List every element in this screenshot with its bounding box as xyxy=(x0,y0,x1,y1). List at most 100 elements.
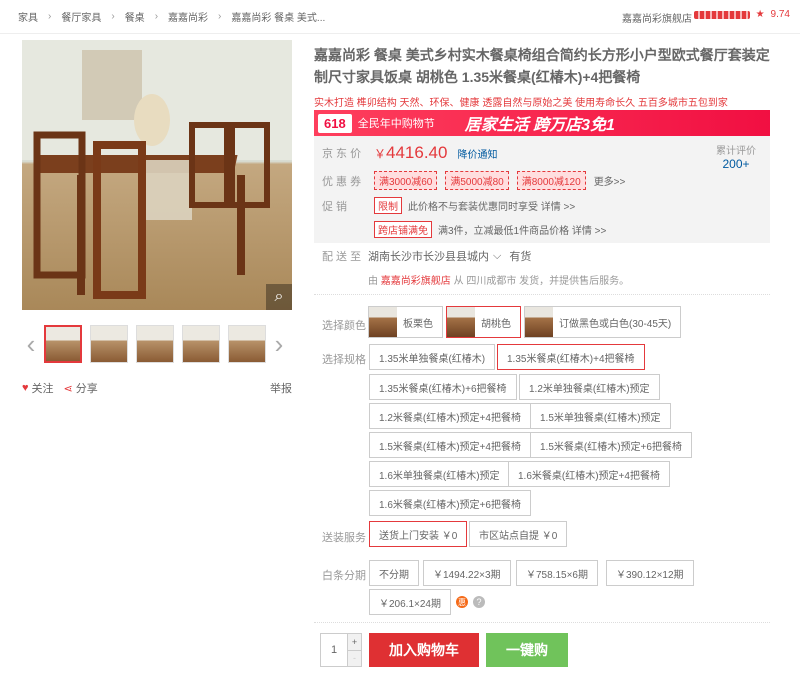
stock-status: 有货 xyxy=(509,251,532,263)
add-to-cart-button[interactable]: 加入购物车 xyxy=(369,633,479,667)
coupon-item[interactable]: 满8000减120 xyxy=(516,171,586,190)
share-label: 分享 xyxy=(75,383,98,395)
spec-option[interactable]: 1.6米餐桌(红椿木)预定+6把餐椅 xyxy=(369,490,531,516)
divider xyxy=(314,294,770,295)
installment-option[interactable]: ￥758.15×6期 xyxy=(516,560,598,586)
color-option-label: 板栗色 xyxy=(403,318,433,330)
product-title: 嘉嘉尚彩 餐桌 美式乡村实木餐桌椅组合简约长方形小户型欧式餐厅套装定制尺寸家具饭… xyxy=(314,47,770,85)
plus-icon[interactable]: + xyxy=(348,634,361,650)
installment-option[interactable]: ￥1494.22×3期 xyxy=(423,560,511,586)
price-label: 京 东 价 xyxy=(322,148,362,160)
installment-label: 白条分期 xyxy=(322,570,366,582)
color-option-label: 订做黑色或白色(30-45天) xyxy=(559,318,672,330)
sold-by-prefix: 由 xyxy=(368,276,378,287)
help-icon[interactable]: ? xyxy=(473,596,485,608)
price-amount: 4416.40 xyxy=(386,143,448,162)
spec-label: 选择规格 xyxy=(322,354,366,366)
heart-icon: ♥ xyxy=(22,382,29,394)
price-notify-link[interactable]: 降价通知 xyxy=(457,146,497,161)
thumbnail[interactable] xyxy=(44,325,82,363)
thumbnail[interactable] xyxy=(182,325,220,363)
shipping-row: 配 送 至 湖南长沙市长沙县县城内 ⌵ 有货 xyxy=(322,248,531,264)
coupon-item[interactable]: 满5000减80 xyxy=(445,171,509,190)
service-option-selected[interactable]: 送货上门安装 ￥0 xyxy=(369,521,468,547)
comment-label: 累计评价 xyxy=(716,146,756,157)
gallery-actions: ♥ 关注 ⋖ 分享 举报 xyxy=(22,380,292,396)
sold-by: 由 嘉嘉尚彩旗舰店 从 四川成都市 发货，并提供售后服务。 xyxy=(368,272,629,287)
rating-bar xyxy=(693,10,750,19)
promo-banner[interactable]: 618 全民年中购物节 居家生活 跨万店3免1 xyxy=(314,110,770,136)
color-option-selected[interactable]: 胡桃色 xyxy=(446,306,521,338)
color-label: 选择颜色 xyxy=(322,320,366,332)
service-option[interactable]: 市区站点自提 ￥0 xyxy=(469,521,568,547)
thumbnail[interactable] xyxy=(136,325,174,363)
more-coupons-link[interactable]: 更多>> xyxy=(594,173,626,188)
spec-option-selected[interactable]: 1.35米餐桌(红椿木)+4把餐椅 xyxy=(497,344,645,370)
coupon-item[interactable]: 满3000减60 xyxy=(374,171,438,190)
chevron-right-icon: › xyxy=(111,11,115,22)
spec-option[interactable]: 1.6米单独餐桌(红椿木)预定 xyxy=(369,461,510,487)
star-icon: ★ xyxy=(755,9,765,20)
color-swatch xyxy=(447,307,475,337)
sold-by-suffix: 从 四川成都市 发货，并提供售后服务。 xyxy=(453,276,630,287)
shop-score: 9.74 xyxy=(770,9,790,20)
follow-button[interactable]: ♥ 关注 xyxy=(22,380,54,396)
installment-option[interactable]: ￥390.12×12期 xyxy=(606,560,694,586)
minus-icon[interactable]: - xyxy=(348,649,361,666)
comment-value: 200+ xyxy=(722,157,750,171)
breadcrumb-item-furniture[interactable]: 家具 xyxy=(18,9,38,24)
report-link[interactable]: 举报 xyxy=(270,380,292,396)
promo-text[interactable]: 满3件，立减最低1件商品价格 详情 >> xyxy=(438,222,606,237)
sold-by-shop-link[interactable]: 嘉嘉尚彩旗舰店 xyxy=(381,276,451,287)
color-swatch xyxy=(369,307,397,337)
promo-tag: 跨店铺满免 xyxy=(374,221,432,238)
promo-text[interactable]: 此价格不与套装优惠同时享受 详情 >> xyxy=(408,198,575,213)
chevron-down-icon[interactable]: ⌵ xyxy=(493,250,501,263)
breadcrumb-item-table[interactable]: 餐桌 xyxy=(125,9,145,24)
currency-symbol: ￥ xyxy=(374,147,387,161)
buy-now-button[interactable]: 一键购 xyxy=(486,633,568,667)
divider xyxy=(314,622,770,623)
spec-option[interactable]: 1.2米单独餐桌(红椿木)预定 xyxy=(519,374,660,400)
dining-set-illustration xyxy=(22,40,292,299)
installment-option[interactable]: 不分期 xyxy=(369,560,419,586)
spec-option[interactable]: 1.5米餐桌(红椿木)预定+4把餐椅 xyxy=(369,432,531,458)
share-button[interactable]: ⋖ 分享 xyxy=(64,380,98,396)
spec-option[interactable]: 1.35米餐桌(红椿木)+6把餐椅 xyxy=(369,374,517,400)
color-option[interactable]: 板栗色 xyxy=(368,306,443,338)
spec-option[interactable]: 1.5米单独餐桌(红椿木)预定 xyxy=(530,403,671,429)
installment-option[interactable]: ￥206.1×24期 xyxy=(369,589,451,615)
spec-option[interactable]: 1.6米餐桌(红椿木)预定+4把餐椅 xyxy=(508,461,670,487)
follow-label: 关注 xyxy=(31,383,54,395)
product-main-image[interactable]: ⌕ xyxy=(22,40,292,310)
chevron-right-icon[interactable]: › xyxy=(270,324,288,364)
chevron-left-icon[interactable]: ‹ xyxy=(22,324,40,364)
promo-label: 促 销 xyxy=(322,200,348,213)
quantity-input[interactable] xyxy=(321,634,347,666)
color-option-label: 胡桃色 xyxy=(481,318,511,330)
spec-option[interactable]: 1.5米餐桌(红椿木)预定+6把餐椅 xyxy=(530,432,692,458)
thumbnail[interactable] xyxy=(90,325,128,363)
breadcrumb-item-brand[interactable]: 嘉嘉尚彩 xyxy=(168,9,208,24)
magnifier-icon[interactable]: ⌕ xyxy=(266,284,292,310)
spec-option[interactable]: 1.35米单独餐桌(红椿木) xyxy=(369,344,496,370)
discount-badge-icon: 惠 xyxy=(456,596,468,608)
chevron-right-icon: › xyxy=(154,11,159,22)
comment-count[interactable]: 累计评价 200+ xyxy=(716,142,756,171)
shop-name-link[interactable]: 嘉嘉尚彩旗舰店 xyxy=(622,10,692,25)
service-label: 送装服务 xyxy=(322,532,366,544)
color-option[interactable]: 订做黑色或白色(30-45天) xyxy=(524,306,682,338)
thumbnail-strip: ‹ › xyxy=(22,322,292,366)
product-slogan: 实木打造 榫卯结构 天然、环保、健康 透露自然与原始之美 使用寿命长久 五百多城… xyxy=(314,98,728,109)
price-value: ￥4416.40 xyxy=(374,143,447,163)
quantity-stepper: + - xyxy=(320,633,362,667)
spec-option[interactable]: 1.2米餐桌(红椿木)预定+4把餐椅 xyxy=(369,403,531,429)
price-panel: 京 东 价 ￥4416.40 降价通知 累计评价 200+ 优 惠 券 满300… xyxy=(314,136,770,243)
thumbnail[interactable] xyxy=(228,325,266,363)
shipping-location[interactable]: 湖南长沙市长沙县县城内 xyxy=(368,248,489,264)
promo-tag: 限制 xyxy=(374,197,402,214)
chevron-right-icon: › xyxy=(48,11,52,22)
breadcrumb-item-dining[interactable]: 餐厅家具 xyxy=(61,9,101,24)
banner-badge: 618 xyxy=(318,113,352,133)
breadcrumb-item-product: 嘉嘉尚彩 餐桌 美式... xyxy=(231,13,326,24)
